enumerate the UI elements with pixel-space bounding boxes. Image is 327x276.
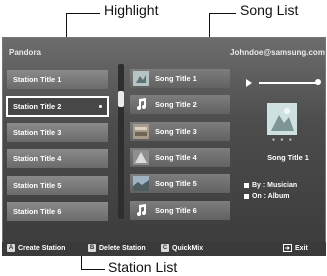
station-item[interactable]: Station Title 1 — [7, 70, 108, 89]
station-item-selected[interactable]: Station Title 2 — [6, 96, 109, 117]
song-item[interactable]: Song Title 2 — [130, 95, 230, 114]
highlight-callout-line — [66, 13, 100, 14]
create-station-button[interactable]: A Create Station — [7, 244, 65, 252]
station-list-callout: Station List — [108, 259, 178, 275]
album-art-icon — [133, 71, 149, 86]
station-label: Station Title 3 — [13, 128, 62, 137]
app-title: Pandora — [9, 48, 42, 57]
station-label: Station Title 1 — [13, 75, 62, 84]
song-label: Song Title 4 — [155, 153, 197, 162]
station-label: Station Title 2 — [13, 102, 62, 111]
album-art-icon — [133, 150, 149, 165]
bullet-icon — [244, 182, 249, 188]
exit-button[interactable]: Exit — [283, 244, 308, 252]
progress-bar[interactable] — [259, 82, 317, 84]
song-list-callout: Song List — [240, 2, 299, 18]
station-label: Station Title 5 — [13, 181, 62, 190]
song-label: Song Title 6 — [155, 206, 197, 215]
station-item[interactable]: Station Title 4 — [7, 149, 108, 168]
now-playing-artist: By : Musician — [244, 182, 297, 189]
station-scrollbar[interactable] — [118, 64, 124, 219]
song-item[interactable]: Song Title 3 — [130, 122, 230, 141]
song-label: Song Title 3 — [155, 127, 197, 136]
music-note-icon — [137, 204, 146, 216]
station-list-callout-line — [81, 269, 105, 270]
exit-icon — [283, 244, 292, 252]
delete-station-label: Delete Station — [99, 244, 146, 252]
highlight-callout: Highlight — [104, 2, 159, 18]
create-station-label: Create Station — [18, 244, 66, 252]
station-label: Station Title 6 — [13, 207, 62, 216]
album-text: On : Album — [252, 193, 290, 200]
now-playing-title: Song Title 1 — [267, 153, 309, 162]
station-item[interactable]: Station Title 5 — [7, 176, 108, 195]
scrollbar-thumb[interactable] — [118, 91, 124, 107]
footer-bar: A Create Station B Delete Station C QuickMi… — [2, 242, 326, 256]
a-key-icon: A — [7, 244, 15, 252]
station-item[interactable]: Station Title 6 — [7, 202, 108, 221]
now-playing-album: On : Album — [244, 193, 289, 200]
pagination-dots-icon: ● ● ● — [272, 137, 294, 143]
song-label: Song Title 2 — [155, 100, 197, 109]
song-item[interactable]: Song Title 1 — [130, 69, 230, 88]
song-item[interactable]: Song Title 5 — [130, 174, 230, 193]
c-key-icon: C — [161, 244, 169, 252]
account-email: Johndoe@samsung.com — [230, 48, 325, 57]
station-label: Station Title 4 — [13, 154, 62, 163]
quickmix-button[interactable]: C QuickMix — [161, 244, 203, 252]
song-label: Song Title 5 — [155, 179, 197, 188]
progress-knob[interactable] — [315, 79, 321, 85]
play-icon[interactable] — [246, 79, 252, 87]
pandora-screen: Pandora Johndoe@samsung.com Station Titl… — [2, 37, 326, 256]
album-art-icon — [133, 176, 149, 191]
bullet-icon — [244, 193, 249, 199]
now-playing-album-art — [267, 103, 297, 135]
artist-text: By : Musician — [252, 182, 298, 189]
song-item[interactable]: Song Title 6 — [130, 201, 230, 220]
delete-station-button[interactable]: B Delete Station — [88, 244, 146, 252]
b-key-icon: B — [88, 244, 96, 252]
quickmix-label: QuickMix — [172, 244, 204, 252]
selection-dot-icon — [99, 105, 102, 108]
song-list-callout-line — [209, 13, 236, 14]
song-label: Song Title 1 — [155, 74, 197, 83]
album-art-icon — [133, 124, 149, 139]
song-item[interactable]: Song Title 4 — [130, 148, 230, 167]
music-note-icon — [137, 98, 146, 110]
station-item[interactable]: Station Title 3 — [7, 123, 108, 142]
exit-label: Exit — [295, 244, 308, 252]
